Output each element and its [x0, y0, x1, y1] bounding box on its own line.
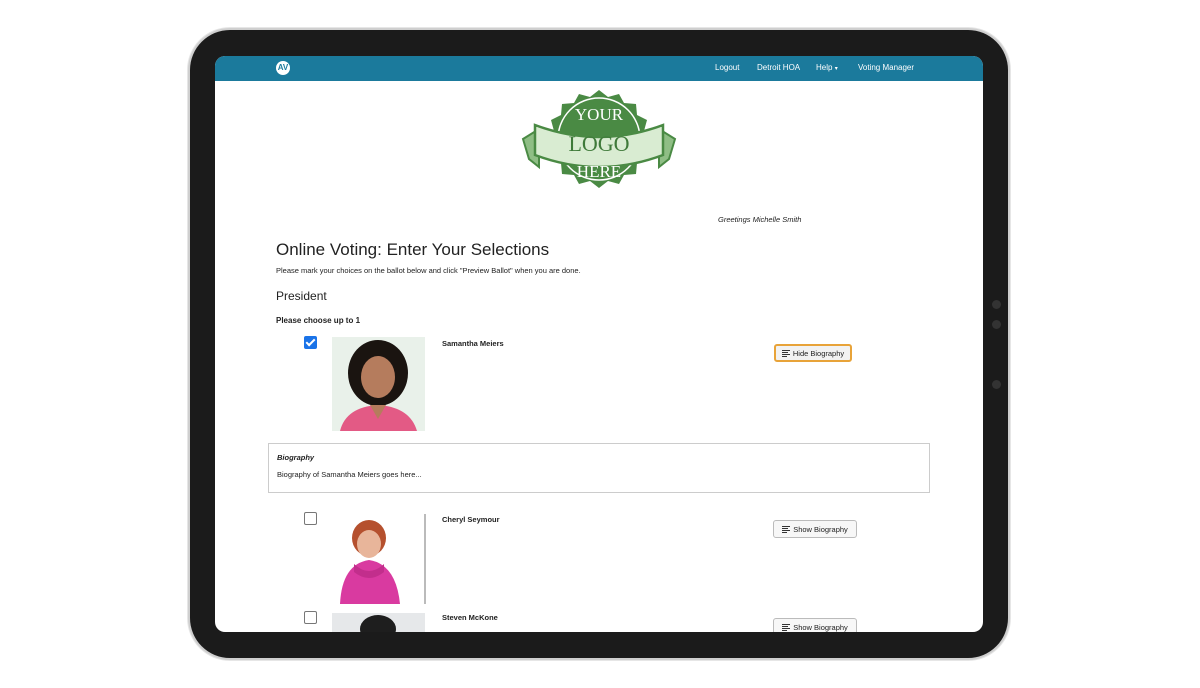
button-label: Show Biography — [793, 622, 848, 632]
side-sensor — [992, 380, 1001, 389]
candidate-name: Steven McKone — [442, 613, 498, 622]
show-biography-button[interactable]: Show Biography — [773, 618, 857, 632]
tablet-frame: AV Logout Detroit HOA Help ▾ Voting Mana… — [190, 30, 1008, 658]
page-title: Online Voting: Enter Your Selections — [276, 240, 550, 259]
instructions-text: Please mark your choices on the ballot b… — [276, 266, 581, 275]
biography-text: Biography of Samantha Meiers goes here..… — [277, 470, 422, 479]
chevron-down-icon: ▾ — [834, 66, 838, 72]
biography-panel: Biography Biography of Samantha Meiers g… — [268, 443, 930, 493]
biography-heading: Biography — [277, 453, 315, 462]
candidate-photo — [332, 337, 425, 431]
greeting-text: Greetings Michelle Smith — [718, 215, 802, 224]
candidate-photo — [332, 613, 425, 632]
biography-lines-icon — [781, 349, 790, 357]
button-label: Hide Biography — [792, 348, 845, 358]
candidate-photo — [332, 514, 425, 604]
biography-lines-icon — [782, 525, 791, 533]
organization-logo: YOUR LOGO HERE — [521, 90, 677, 188]
button-label: Show Biography — [793, 524, 848, 534]
candidate-checkbox[interactable] — [304, 512, 317, 525]
show-biography-button[interactable]: Show Biography — [773, 520, 857, 538]
brand-logo-icon[interactable]: AV — [276, 61, 290, 75]
logo-text-top: YOUR — [575, 105, 624, 124]
logout-link[interactable]: Logout — [715, 63, 739, 72]
hide-biography-button[interactable]: Hide Biography — [774, 344, 852, 362]
voting-manager-link[interactable]: Voting Manager — [858, 63, 914, 72]
side-sensor — [992, 320, 1001, 329]
top-navbar: AV Logout Detroit HOA Help ▾ Voting Mana… — [215, 56, 983, 81]
help-menu[interactable]: Help ▾ — [816, 63, 838, 72]
side-sensor — [992, 300, 1001, 309]
divider — [424, 514, 426, 604]
logo-text-middle: LOGO — [568, 131, 629, 156]
candidate-name: Cheryl Seymour — [442, 515, 500, 524]
logo-text-bottom: HERE — [577, 162, 621, 181]
candidate-name: Samantha Meiers — [442, 339, 504, 348]
candidate-checkbox[interactable] — [304, 336, 317, 349]
help-label: Help — [816, 63, 833, 72]
org-link[interactable]: Detroit HOA — [757, 63, 800, 72]
biography-lines-icon — [782, 623, 791, 631]
candidate-checkbox[interactable] — [304, 611, 317, 624]
race-title: President — [276, 289, 327, 303]
choose-label: Please choose up to 1 — [276, 316, 361, 325]
screen: AV Logout Detroit HOA Help ▾ Voting Mana… — [215, 56, 983, 632]
